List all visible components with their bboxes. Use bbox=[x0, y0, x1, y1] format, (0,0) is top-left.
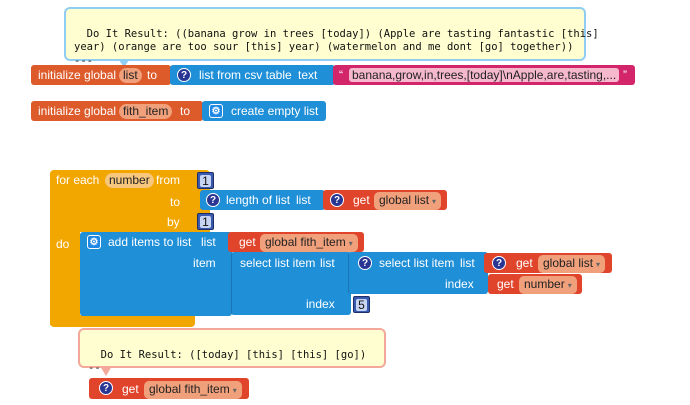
loop-var-number[interactable]: number bbox=[105, 173, 154, 188]
add-items-label: add items to list bbox=[108, 235, 192, 249]
for-each-bottom bbox=[50, 315, 195, 327]
global-list-dropdown-2[interactable]: global list ▾ bbox=[538, 255, 606, 273]
add-items-to-list-block[interactable]: ⚙ add items to list list item bbox=[80, 232, 232, 316]
list-from-csv-table-block[interactable]: ? list from csv table text bbox=[170, 65, 335, 85]
gear-icon[interactable]: ⚙ bbox=[209, 104, 223, 118]
get-label-5: get bbox=[122, 382, 139, 396]
get-global-fith-item-bottom-block[interactable]: ? get global fith_item ▾ bbox=[89, 378, 249, 399]
get-label-4: get bbox=[497, 277, 514, 291]
inner-select-label: select list item bbox=[379, 256, 455, 270]
to-label: to bbox=[147, 68, 158, 82]
from-value-block[interactable]: 1 bbox=[197, 172, 214, 189]
by-value[interactable]: 1 bbox=[200, 216, 211, 228]
for-each-do-rail: do bbox=[50, 232, 80, 325]
get-global-list-block[interactable]: ? get global list ▾ bbox=[323, 190, 447, 210]
get-global-list-inner-block[interactable]: ? get global list ▾ bbox=[484, 253, 612, 273]
global-fith-item-dropdown[interactable]: global fith_item ▾ bbox=[260, 234, 358, 252]
global-list-dropdown[interactable]: global list ▾ bbox=[374, 192, 442, 210]
inner-list-socket-label: list bbox=[460, 256, 475, 270]
get-label-2: get bbox=[239, 235, 256, 249]
global-list-text: global list bbox=[379, 193, 430, 207]
help-question-icon[interactable]: ? bbox=[177, 68, 191, 82]
index-socket-label: index bbox=[306, 297, 335, 311]
select-list-item-outer-block[interactable]: select list item list index bbox=[231, 252, 351, 315]
inner-index-socket-label: index bbox=[445, 277, 474, 291]
global-fith-item-text-2: global fith_item bbox=[149, 382, 230, 396]
global-fith-item-text: global fith_item bbox=[265, 235, 346, 249]
global-list-text-2: global list bbox=[543, 256, 594, 270]
do-it-result-comment-bottom: Do It Result: ([today] [this] [this] [go… bbox=[78, 328, 386, 374]
select-list-item-label: select list item bbox=[240, 256, 316, 270]
help-question-icon-4[interactable]: ? bbox=[358, 256, 372, 270]
get-label: get bbox=[353, 193, 370, 207]
csv-fn-label: list from csv table bbox=[199, 68, 292, 82]
list-socket-label-2: list bbox=[201, 235, 216, 249]
item-socket-label: item bbox=[193, 256, 216, 270]
number-dropdown[interactable]: number ▾ bbox=[519, 276, 577, 294]
global-fith-item-dropdown-2[interactable]: global fith_item ▾ bbox=[144, 381, 242, 399]
length-of-list-block[interactable]: ? length of list list bbox=[200, 190, 325, 210]
comment-text-bottom: Do It Result: ([today] [this] [this] [go… bbox=[88, 348, 367, 375]
index-value[interactable]: 5 bbox=[356, 299, 367, 311]
to-label-loop: to bbox=[170, 195, 181, 209]
caret-down-icon-5: ▾ bbox=[232, 386, 237, 395]
create-empty-list-label: create empty list bbox=[231, 104, 319, 118]
quote-close: ” bbox=[623, 68, 627, 82]
from-value[interactable]: 1 bbox=[200, 175, 211, 187]
to-label-2: to bbox=[180, 104, 191, 118]
comment-text-top: Do It Result: ((banana grow in trees [to… bbox=[74, 27, 599, 67]
help-question-icon-3[interactable]: ? bbox=[330, 193, 344, 207]
help-question-icon-6[interactable]: ? bbox=[99, 381, 113, 395]
number-text: number bbox=[524, 277, 565, 291]
text-string-block[interactable]: “ banana,grow,in,trees,[today]\nApple,ar… bbox=[333, 65, 635, 85]
gear-icon-2[interactable]: ⚙ bbox=[87, 235, 101, 249]
get-label-3: get bbox=[516, 256, 533, 270]
var-name-fith-item[interactable]: fith_item bbox=[119, 104, 173, 119]
help-question-icon-2[interactable]: ? bbox=[206, 193, 220, 207]
list-socket-label: list bbox=[296, 193, 311, 207]
comment-pointer-bottom bbox=[100, 366, 112, 376]
get-number-block[interactable]: get number ▾ bbox=[488, 274, 582, 294]
from-label: from bbox=[156, 173, 180, 187]
caret-down-icon: ▾ bbox=[432, 197, 437, 206]
by-value-block[interactable]: 1 bbox=[197, 213, 214, 230]
text-socket-label: text bbox=[298, 68, 318, 82]
initialize-global-list-block[interactable]: initialize global list to bbox=[31, 65, 171, 85]
var-name-list[interactable]: list bbox=[119, 68, 142, 83]
quote-open: “ bbox=[339, 68, 343, 82]
initialize-global-fith-item-block[interactable]: initialize global fith_item to bbox=[31, 101, 203, 121]
by-label: by bbox=[167, 215, 180, 229]
do-label: do bbox=[56, 237, 70, 251]
select-list-socket-label: list bbox=[320, 256, 335, 270]
get-global-fith-item-block[interactable]: get global fith_item ▾ bbox=[228, 232, 364, 252]
for-each-loop-block[interactable]: for each number from to by bbox=[50, 170, 210, 232]
init-label-2: initialize global bbox=[38, 104, 117, 118]
init-label: initialize global bbox=[38, 68, 117, 82]
for-each-label: for each bbox=[56, 173, 100, 187]
index-value-block[interactable]: 5 bbox=[353, 296, 370, 313]
create-empty-list-block[interactable]: ⚙ create empty list bbox=[202, 101, 326, 121]
help-question-icon-5[interactable]: ? bbox=[492, 256, 506, 270]
csv-text-field[interactable]: banana,grow,in,trees,[today]\nApple,are,… bbox=[349, 68, 619, 82]
do-it-result-comment-top: Do It Result: ((banana grow in trees [to… bbox=[64, 7, 599, 67]
caret-down-icon-3: ▾ bbox=[596, 260, 601, 269]
select-list-item-inner-block[interactable]: ? select list item list index bbox=[348, 252, 488, 294]
length-of-list-label: length of list bbox=[226, 193, 291, 207]
caret-down-icon-2: ▾ bbox=[348, 239, 353, 248]
caret-down-icon-4: ▾ bbox=[567, 281, 572, 290]
